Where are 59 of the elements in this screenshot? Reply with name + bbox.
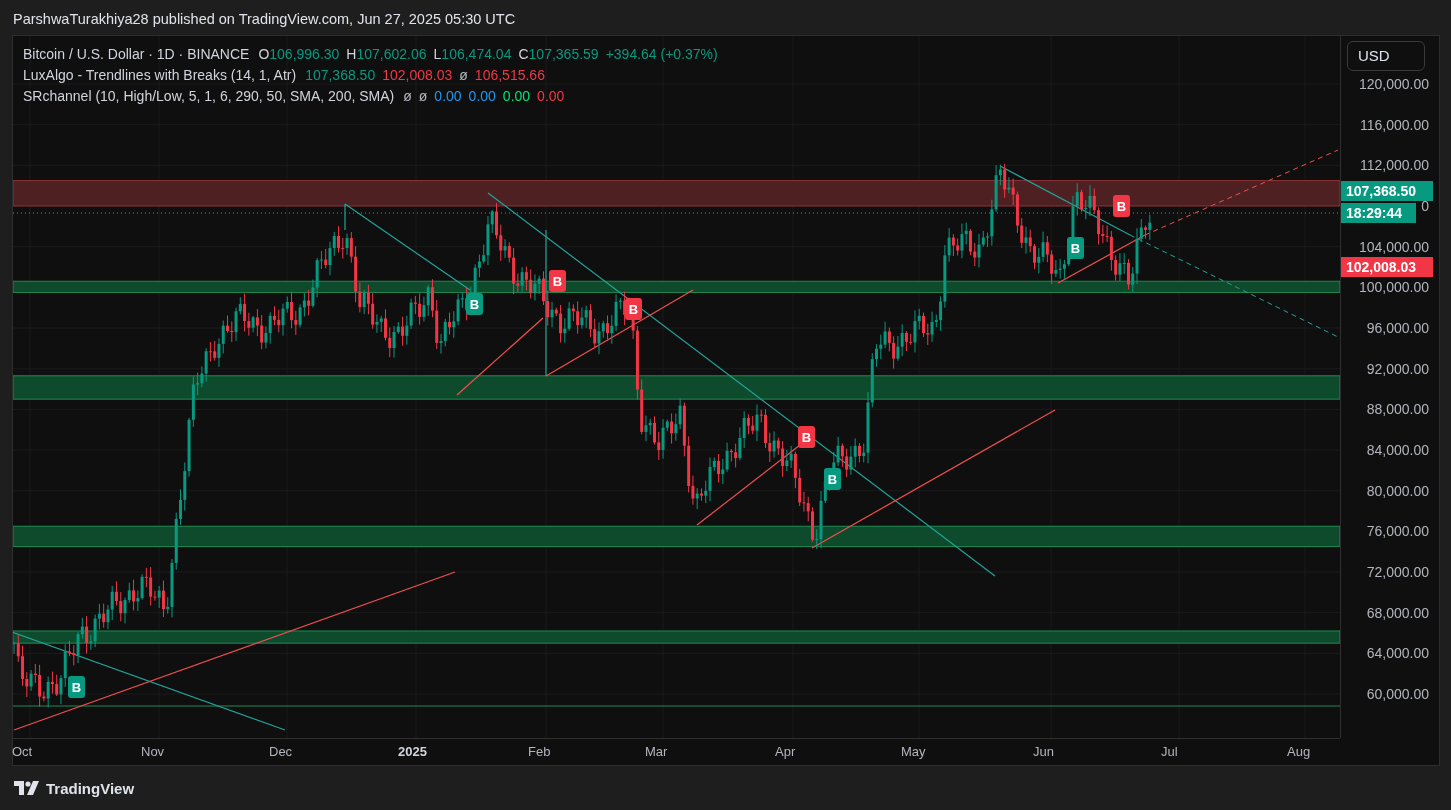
time-tick: Jul xyxy=(1161,744,1178,759)
indicator-name: Bitcoin / U.S. Dollar · 1D · BINANCE xyxy=(23,45,250,62)
time-tick: Nov xyxy=(141,744,165,759)
signal-label: B xyxy=(824,468,841,490)
signal-label: B xyxy=(1067,237,1084,259)
time-tick: Oct xyxy=(12,744,33,759)
time-tick: May xyxy=(901,744,926,759)
price-tick: 120,000.00 xyxy=(1358,75,1429,93)
signal-label: B xyxy=(68,676,85,698)
price-tick: 100,000.00 xyxy=(1358,278,1429,297)
indicator-name: SRchannel (10, High/Low, 5, 1, 6, 290, 50, SMA, 200, SMA) xyxy=(23,87,395,104)
price-tag: 18:29:44 xyxy=(1341,203,1416,223)
price-tick: 64,000.00 xyxy=(1366,644,1429,663)
indicator-value: L106,474.04 xyxy=(433,45,512,62)
time-tick: Feb xyxy=(528,744,551,759)
indicator-name: LuxAlgo - Trendlines with Breaks (14, 1, Atr) xyxy=(23,66,297,83)
indicator-value: 0.00 xyxy=(537,87,565,104)
time-tick: Jun xyxy=(1033,744,1054,759)
signal-label: B xyxy=(466,293,483,315)
indicator-value: 0.00 xyxy=(434,87,462,104)
price-tag: 102,008.03 xyxy=(1341,257,1433,277)
price-tick: 72,000.00 xyxy=(1366,563,1429,582)
indicator-value: C107,365.59 xyxy=(518,45,599,62)
price-tick: 96,000.00 xyxy=(1366,319,1429,337)
price-tick: 80,000.00 xyxy=(1366,481,1429,500)
publisher-credit: ParshwaTurakhiya28 published on TradingView.com, Jun 27, 2025 05:30 UTC xyxy=(12,10,517,29)
price-tick: 60,000.00 xyxy=(1366,685,1429,704)
indicator-value: ø xyxy=(418,87,428,104)
signal-label: B xyxy=(625,298,642,320)
indicator-value: 0.00 xyxy=(468,87,496,104)
price-tick: 68,000.00 xyxy=(1366,603,1429,622)
indicator-value: O106,996.30 xyxy=(258,45,340,62)
indicator-value: ø xyxy=(459,66,468,83)
time-tick: Aug xyxy=(1287,744,1311,759)
indicator-value: ø xyxy=(403,87,412,104)
price-tick: 112,000.00 xyxy=(1359,156,1429,175)
time-tick: 2025 xyxy=(398,744,427,759)
currency-button[interactable]: USD xyxy=(1347,41,1425,71)
indicator-value: 102,008.03 xyxy=(382,66,453,83)
signal-label: B xyxy=(1113,195,1130,217)
indicator-value: 0.00 xyxy=(502,87,531,104)
indicator-value: 107,368.50 xyxy=(305,66,376,83)
signal-label: B xyxy=(798,426,815,448)
price-tick: 84,000.00 xyxy=(1366,441,1429,459)
indicator-value: 106,515.66 xyxy=(474,66,545,83)
price-tick: 92,000.00 xyxy=(1366,359,1429,378)
indicator-value: +394.64 (+0.37%) xyxy=(605,45,718,62)
price-tick: 76,000.00 xyxy=(1366,522,1429,541)
signal-label: B xyxy=(549,270,566,292)
price-tag: 107,368.50 xyxy=(1341,181,1433,201)
indicator-value: H107,602.06 xyxy=(346,45,427,62)
time-tick: Mar xyxy=(645,744,668,759)
time-tick: Dec xyxy=(269,744,293,759)
price-tick: 104,000.00 xyxy=(1358,237,1429,256)
time-tick: Apr xyxy=(775,744,796,759)
brand-name: TradingView xyxy=(46,779,135,797)
logo-icon xyxy=(14,781,40,795)
price-tick: 116,000.00 xyxy=(1359,115,1429,134)
price-tick: 88,000.00 xyxy=(1366,400,1429,419)
